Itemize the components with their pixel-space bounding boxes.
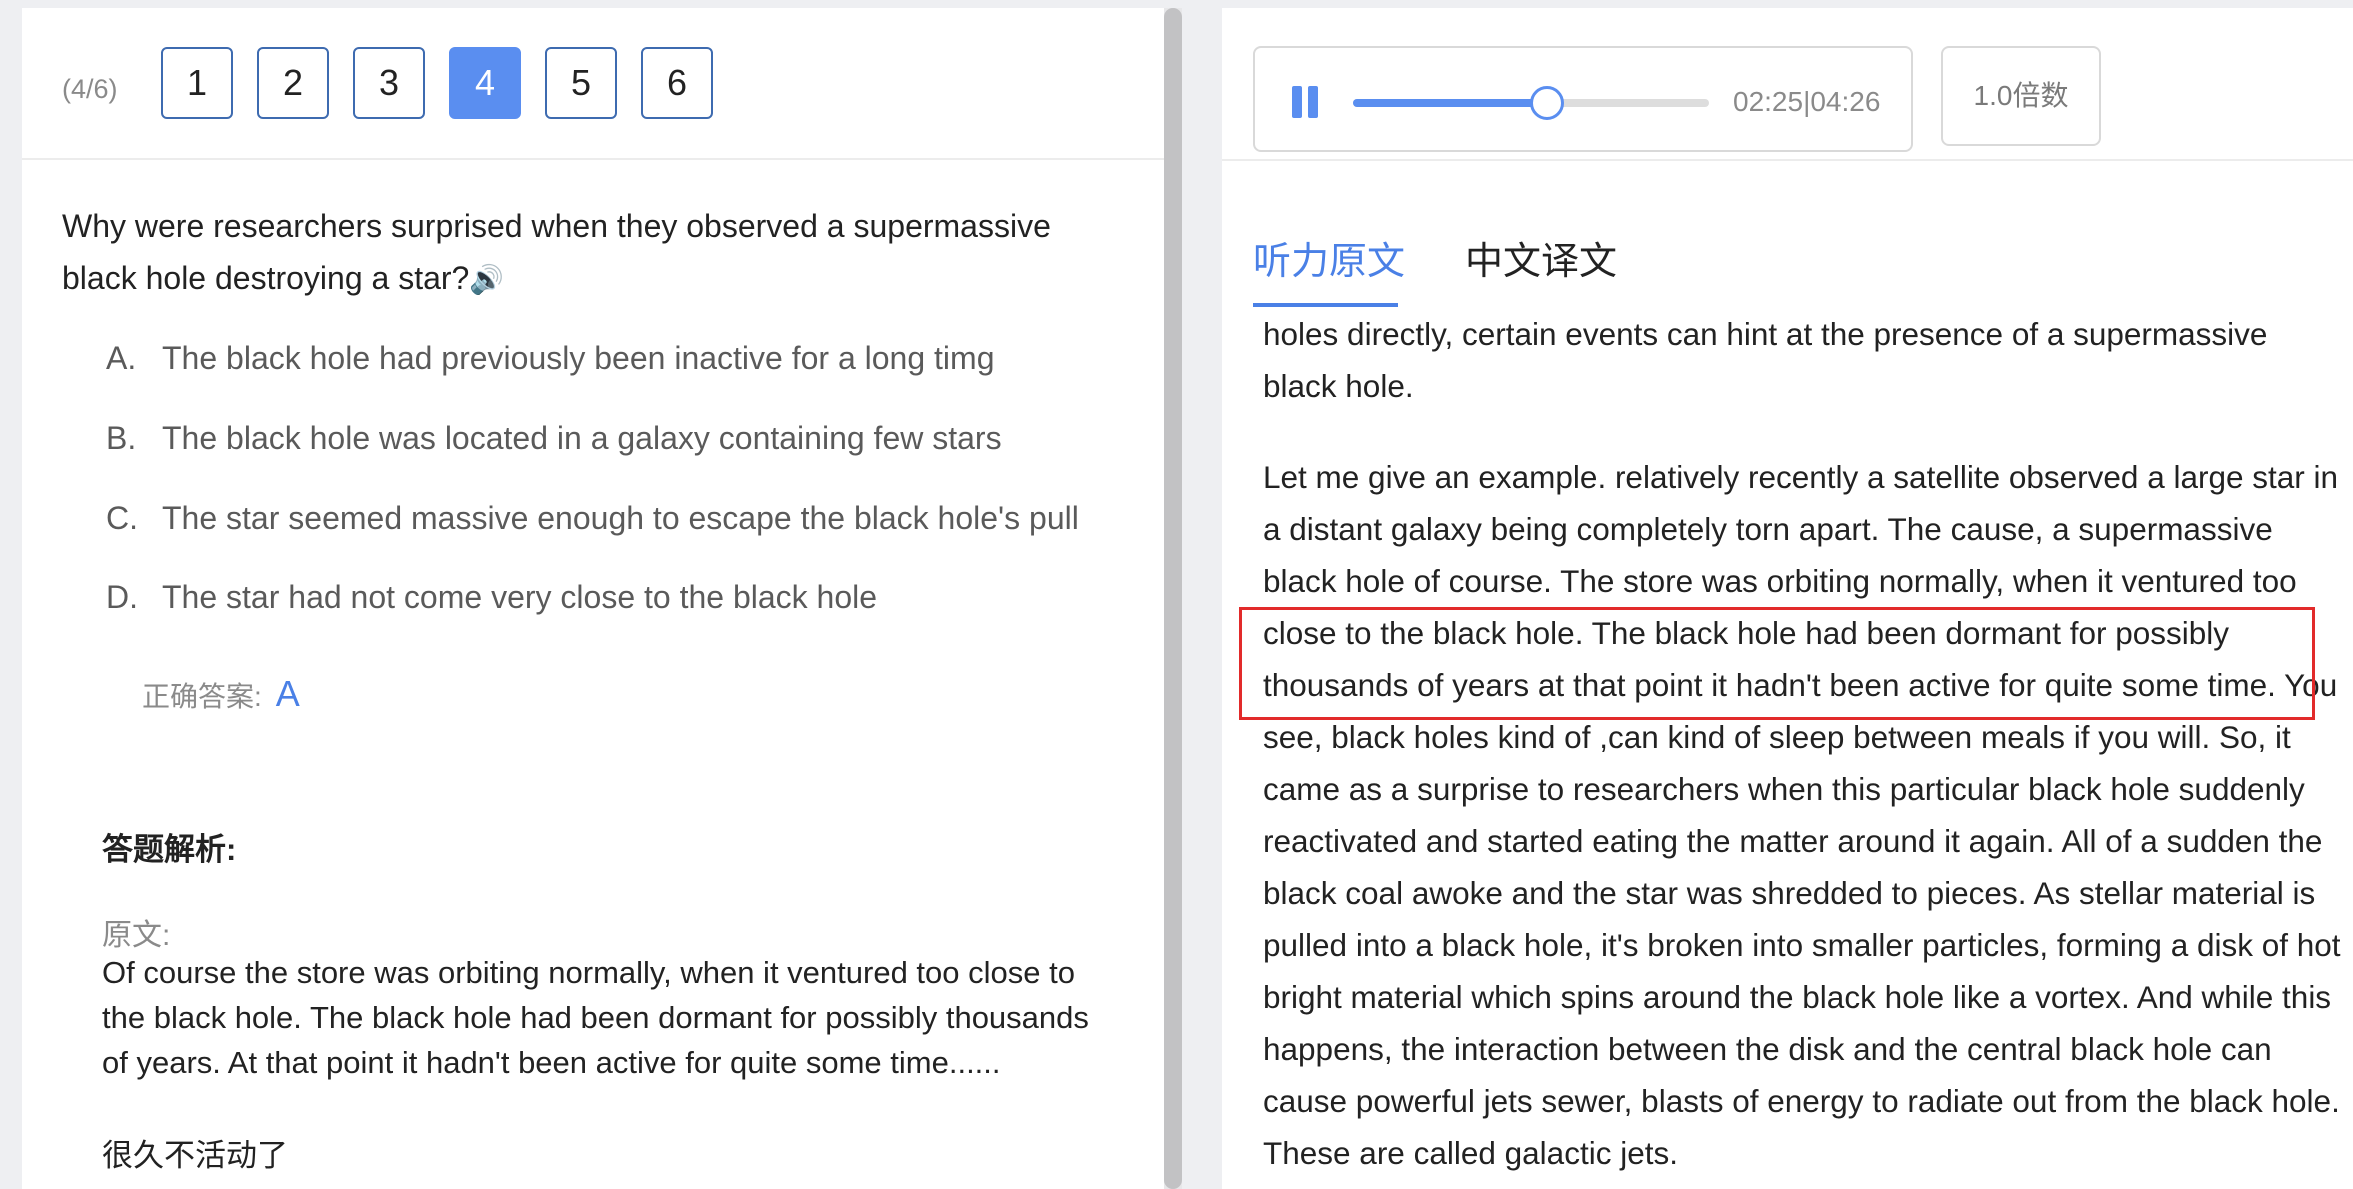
audio-progress-fill [1353,99,1548,107]
scrollbar-thumb[interactable] [1164,8,1182,1189]
audio-time-readout: 02:25|04:26 [1733,86,1881,117]
option-letter: A. [106,340,137,376]
option-letter: D. [106,579,138,615]
question-number-button[interactable]: 1 [161,47,233,119]
speaker-icon[interactable]: 🔊 [469,264,504,295]
question-number-button[interactable]: 3 [353,47,425,119]
option-letter: C. [106,500,138,536]
option-text: The black hole was located in a galaxy c… [162,420,1002,456]
question-text: Why were researchers surprised when they… [62,200,1102,306]
source-label: 原文: [102,919,171,952]
source-text: Of course the store was orbiting normall… [102,955,1089,1080]
pause-icon[interactable] [1292,86,1320,118]
question-number-button-active[interactable]: 4 [449,47,521,119]
question-progress: (4/6) [62,74,118,104]
option-a[interactable]: A. The black hole had previously been ina… [106,340,994,377]
correct-answer: 正确答案: A [142,673,300,715]
correct-answer-value: A [275,673,300,714]
option-letter: B. [106,420,137,456]
correct-answer-label: 正确答案: [142,681,262,712]
tab-translation[interactable]: 中文译文 [1465,230,1617,285]
audio-player-bar: 02:25|04:26 1.0倍数 [1222,8,2353,161]
audio-progress-knob[interactable] [1530,86,1565,120]
option-text: The black hole had previously been inact… [162,340,995,376]
transcript-panel: 02:25|04:26 1.0倍数 听力原文 中文译文 holes direct… [1222,8,2353,1189]
question-number-button[interactable]: 6 [641,47,713,119]
transcript-paragraph: holes directly, certain events can hint … [1263,316,2268,404]
active-tab-indicator [1253,303,1398,307]
option-b[interactable]: B. The black hole was located in a galaxy… [106,420,1002,457]
question-stem: Why were researchers surprised when they… [62,208,1051,296]
option-d[interactable]: D. The star had not come very close to th… [106,579,877,616]
audio-player: 02:25|04:26 [1253,46,1913,152]
tab-transcript[interactable]: 听力原文 [1253,230,1405,285]
question-number-button[interactable]: 5 [545,47,617,119]
question-panel: (4/6) 1 2 3 4 5 6 Why were researchers s… [22,8,1164,1189]
transcript-paragraph: Let me give an example. relatively recen… [1263,451,2343,1179]
highlight-box [1239,607,2315,720]
playback-speed-button[interactable]: 1.0倍数 [1941,46,2101,146]
left-scrollbar[interactable] [1164,8,1182,1189]
transcript-text: holes directly, certain events can hint … [1263,308,2343,1179]
transcript-text-before: Let me give an example. relatively recen… [1263,459,2339,599]
transcript-text-after: You see, black holes kind of ,can kind o… [1263,667,2341,1171]
audio-progress-track[interactable] [1353,86,1709,120]
analysis-title: 答题解析: [102,832,237,867]
option-text: The star had not come very close to the … [162,579,878,615]
option-text: The star seemed massive enough to escape… [162,500,1079,536]
option-c[interactable]: C. The star seemed massive enough to esca… [106,500,1079,537]
source-chinese-note: 很久不活动了 [102,1138,288,1173]
question-navigator: (4/6) 1 2 3 4 5 6 [22,8,1164,160]
question-number-button[interactable]: 2 [257,47,329,119]
